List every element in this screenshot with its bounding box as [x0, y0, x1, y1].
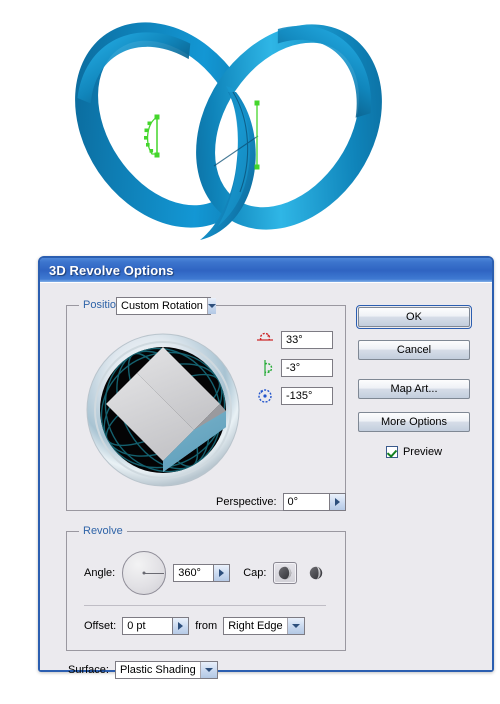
angle-stepper[interactable]: 360° [173, 564, 231, 582]
rotate-x-value: 33° [286, 334, 303, 346]
map-art-button[interactable]: Map Art... [358, 379, 470, 399]
offset-stepper[interactable]: 0 pt [122, 617, 190, 635]
offset-from-combo[interactable]: Right Edge [223, 617, 305, 635]
rotate-z-field[interactable]: -135° [281, 387, 333, 405]
from-label: from [195, 620, 218, 632]
preview-label: Preview [402, 446, 443, 458]
revolve-group-label: Revolve [79, 525, 127, 537]
dialog-button-column: OK Cancel Map Art... More Options Previe… [356, 305, 472, 458]
offset-stepper-button[interactable] [172, 617, 190, 635]
position-preset-value: Custom Rotation [117, 298, 207, 314]
cap-on-icon [279, 566, 292, 580]
surface-label: Surface: [68, 664, 109, 676]
chevron-down-icon[interactable] [206, 298, 216, 314]
perspective-value: 0° [287, 496, 299, 508]
angle-dial[interactable] [122, 551, 167, 595]
perspective-label: Perspective: [216, 496, 277, 508]
surface-value: Plastic Shading [115, 662, 200, 678]
more-options-button[interactable]: More Options [358, 412, 470, 432]
track-cube-svg [86, 333, 240, 487]
revolved-rings-illustration [75, 22, 382, 240]
position-preset-combo[interactable]: Custom Rotation [116, 297, 216, 315]
rotate-z-value: -135° [286, 390, 313, 402]
revolve-offset-row: Offset: 0 pt from Right Edge [84, 617, 305, 635]
perspective-row: Perspective: 0° [216, 493, 346, 511]
chevron-down-icon[interactable] [286, 618, 304, 634]
rotate-z-row: -135° [256, 387, 333, 405]
rotate-x-row: 33° [256, 331, 333, 349]
rotate-y-value: -3° [286, 362, 301, 374]
rotation-fields: 33° -3° -135° [256, 331, 333, 405]
dialog-titlebar[interactable]: 3D Revolve Options [40, 258, 492, 282]
cap-off-button[interactable] [304, 562, 328, 584]
cancel-button[interactable]: Cancel [358, 340, 470, 360]
revolve-separator [84, 605, 326, 606]
rotation-track-cube[interactable] [84, 331, 242, 489]
perspective-stepper-button[interactable] [328, 493, 346, 511]
angle-value: 360° [178, 567, 201, 579]
preview-checkbox[interactable] [385, 446, 398, 458]
rotate-x-axis-icon [257, 332, 273, 341]
rotate-z-axis-icon [258, 389, 272, 403]
offset-label: Offset: [84, 620, 117, 632]
ok-button[interactable]: OK [356, 305, 472, 329]
angle-label: Angle: [84, 567, 116, 579]
rotate-x-field[interactable]: 33° [281, 331, 333, 349]
angle-dial-hub [142, 571, 146, 575]
dialog-title: 3D Revolve Options [49, 262, 174, 278]
cap-label: Cap: [243, 567, 267, 579]
perspective-stepper[interactable]: 0° [282, 493, 346, 511]
rotate-y-row: -3° [256, 359, 333, 377]
offset-field[interactable]: 0 pt [122, 617, 173, 635]
cap-on-button[interactable] [273, 562, 298, 584]
offset-value: 0 pt [127, 620, 146, 632]
angle-stepper-button[interactable] [213, 564, 231, 582]
cap-off-icon [310, 566, 323, 580]
revolve-angle-row: Angle: 360° Cap: [84, 551, 328, 595]
perspective-field[interactable]: 0° [282, 493, 329, 511]
angle-field[interactable]: 360° [173, 564, 214, 582]
preview-checkbox-row[interactable]: Preview [358, 446, 470, 458]
angle-dial-hand [144, 573, 165, 574]
offset-from-value: Right Edge [224, 618, 287, 634]
surface-combo[interactable]: Plastic Shading [114, 661, 218, 679]
artwork-canvas [0, 0, 500, 255]
chevron-down-icon[interactable] [199, 662, 217, 678]
rotate-y-axis-icon [264, 360, 273, 376]
dialog-body: Position: Custom Rotation 33° -3° -135° … [40, 282, 492, 679]
surface-row: Surface: Plastic Shading [68, 661, 218, 679]
rotate-y-field[interactable]: -3° [281, 359, 333, 377]
3d-revolve-options-dialog: 3D Revolve Options Position: Custom Rota… [38, 256, 494, 679]
